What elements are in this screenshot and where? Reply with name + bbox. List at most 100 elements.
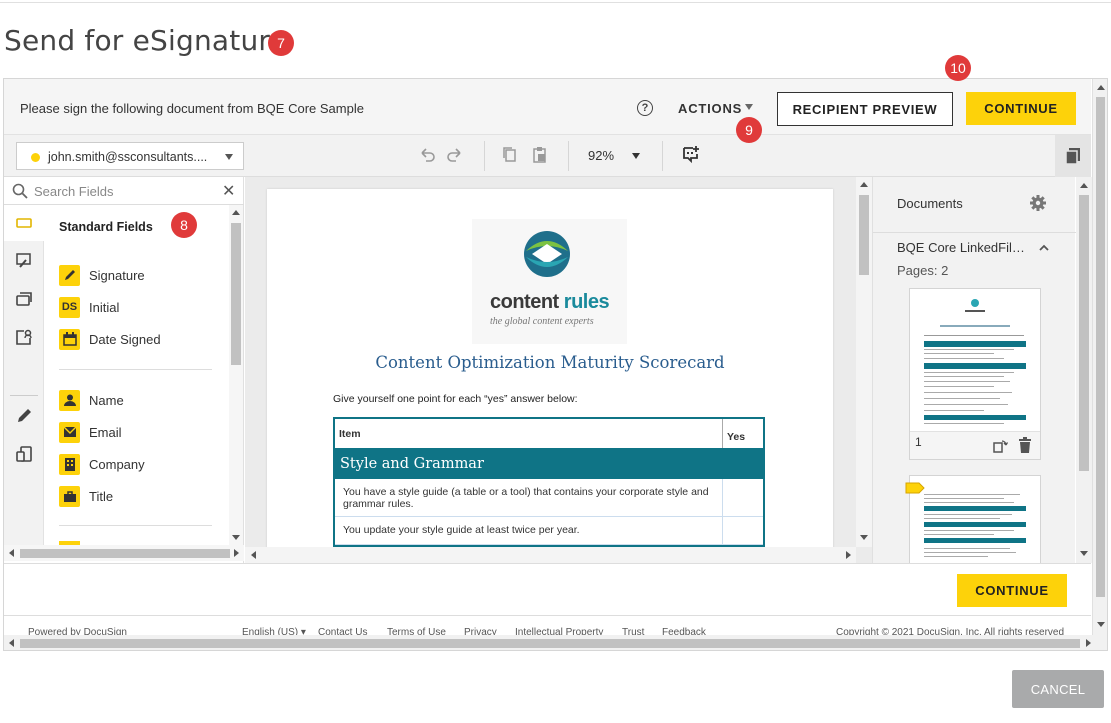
scroll-right-icon[interactable]	[234, 549, 239, 557]
footer-link-privacy[interactable]: Privacy	[464, 627, 497, 635]
scroll-up-icon[interactable]	[1080, 183, 1088, 188]
scroll-down-icon[interactable]	[1097, 622, 1105, 627]
footer-link-language[interactable]: English (US) ▾	[242, 627, 306, 635]
main-vscrollbar[interactable]	[1092, 79, 1107, 635]
standard-fields-heading: Standard Fields	[59, 220, 153, 234]
draw-fields-tab[interactable]	[4, 398, 44, 434]
scroll-thumb[interactable]	[1096, 97, 1105, 597]
chevron-up-icon[interactable]	[1038, 243, 1050, 253]
wrench-icon	[16, 253, 31, 268]
scroll-thumb[interactable]	[1079, 195, 1089, 471]
undo-icon[interactable]	[418, 146, 436, 164]
signing-header: Please sign the following document from …	[4, 79, 1091, 135]
continue-button-bottom[interactable]: CONTINUE	[957, 574, 1067, 607]
scroll-thumb[interactable]	[20, 549, 230, 558]
rail-divider	[10, 395, 38, 396]
scroll-up-icon[interactable]	[860, 182, 868, 187]
close-icon[interactable]: ✕	[222, 181, 235, 201]
documents-panel-toggle[interactable]	[1055, 135, 1091, 177]
footer-link-terms[interactable]: Terms of Use	[387, 627, 446, 635]
page-thumbnail-1[interactable]	[909, 288, 1041, 460]
gear-icon[interactable]	[1029, 194, 1047, 212]
recipient-fields-tab[interactable]	[4, 319, 44, 355]
chevron-down-icon	[225, 154, 233, 160]
table-header: Item Yes	[335, 419, 763, 449]
caret-down-icon[interactable]	[745, 104, 753, 110]
column-header-yes: Yes	[727, 431, 746, 443]
cancel-button[interactable]: CANCEL	[1012, 670, 1104, 708]
content-rules-logo: content rules the global content experts	[472, 219, 627, 344]
powered-by: Powered by DocuSign	[28, 627, 127, 635]
field-label: Initial	[89, 299, 120, 315]
continue-button-top[interactable]: CONTINUE	[966, 92, 1076, 125]
page-preview	[924, 494, 1026, 557]
redo-icon[interactable]	[446, 146, 464, 164]
scroll-left-icon[interactable]	[9, 639, 14, 647]
footer-link-contact[interactable]: Contact Us	[318, 627, 367, 635]
actions-menu[interactable]: ACTIONS	[678, 101, 742, 116]
document-page[interactable]: content rules the global content experts…	[267, 189, 833, 549]
field-email[interactable]: Email	[59, 421, 122, 443]
scroll-up-icon[interactable]	[232, 210, 240, 215]
brand-part: rules	[563, 291, 610, 313]
field-label: Company	[89, 456, 145, 472]
copy-icon[interactable]	[502, 146, 518, 164]
fields-hscrollbar[interactable]	[4, 545, 244, 561]
recipient-preview-button[interactable]: RECIPIENT PREVIEW	[777, 92, 953, 126]
add-comment-icon[interactable]	[681, 144, 701, 164]
field-title[interactable]: Title	[59, 485, 113, 507]
footer-link-feedback[interactable]: Feedback	[662, 627, 706, 635]
zoom-caret-icon[interactable]	[632, 153, 640, 159]
paste-icon[interactable]	[532, 146, 548, 164]
scroll-thumb[interactable]	[20, 639, 1080, 648]
scroll-thumb[interactable]	[859, 195, 869, 275]
shared-fields-tab[interactable]	[4, 281, 44, 317]
table-cell: You have a style guide (a table or a too…	[335, 479, 723, 516]
rotate-page-icon[interactable]	[992, 438, 1008, 454]
page-thumbnail-2[interactable]	[909, 475, 1041, 563]
document-vscrollbar[interactable]	[856, 177, 872, 547]
field-label: Name	[89, 392, 124, 408]
field-initial[interactable]: DS Initial	[59, 296, 119, 318]
document-intro: Give yourself one point for each “yes” a…	[333, 393, 578, 405]
envelope-icon	[59, 421, 80, 443]
scroll-thumb[interactable]	[231, 223, 241, 365]
page-count: Pages: 2	[897, 263, 949, 278]
field-name[interactable]: Name	[59, 389, 124, 411]
scroll-left-icon[interactable]	[9, 549, 14, 557]
document-hscrollbar[interactable]	[245, 547, 856, 563]
custom-fields-tab[interactable]	[4, 243, 44, 279]
field-date-signed[interactable]: Date Signed	[59, 328, 161, 350]
brand-part: content	[490, 291, 564, 313]
scroll-left-icon[interactable]	[251, 551, 256, 559]
mobile-fields-tab[interactable]	[4, 436, 44, 472]
footer-link-trust[interactable]: Trust	[622, 627, 644, 635]
scroll-right-icon[interactable]	[846, 551, 851, 559]
scroll-up-icon[interactable]	[1097, 85, 1105, 90]
field-company[interactable]: Company	[59, 453, 145, 475]
help-icon[interactable]: ?	[637, 100, 653, 116]
scroll-right-icon[interactable]	[1086, 639, 1091, 647]
scroll-down-icon[interactable]	[232, 535, 240, 540]
callout-badge-7: 7	[268, 30, 294, 56]
field-signature[interactable]: Signature	[59, 264, 145, 286]
standard-fields-tab[interactable]	[4, 205, 44, 241]
recipient-email: john.smith@ssconsultants....	[48, 150, 208, 164]
footer-link-ip[interactable]: Intellectual Property	[515, 627, 603, 635]
zoom-level[interactable]: 92%	[588, 148, 614, 163]
field-label: Title	[89, 488, 114, 504]
document-name[interactable]: BQE Core LinkedFil…	[897, 240, 1025, 255]
pen-icon	[59, 264, 80, 286]
search-fields[interactable]: Search Fields ✕	[4, 177, 244, 205]
scroll-down-icon[interactable]	[860, 535, 868, 540]
column-header-item: Item	[335, 419, 723, 448]
calendar-icon	[59, 328, 80, 350]
fields-scrollbar[interactable]	[229, 205, 243, 545]
copyright: Copyright © 2021 DocuSign, Inc. All righ…	[836, 627, 1065, 635]
recipient-select[interactable]: john.smith@ssconsultants....	[16, 142, 244, 170]
documents-scrollbar[interactable]	[1076, 177, 1092, 563]
search-icon	[12, 183, 28, 199]
scroll-down-icon[interactable]	[1080, 551, 1088, 556]
trash-icon[interactable]	[1018, 437, 1032, 453]
main-hscrollbar[interactable]	[4, 635, 1107, 650]
